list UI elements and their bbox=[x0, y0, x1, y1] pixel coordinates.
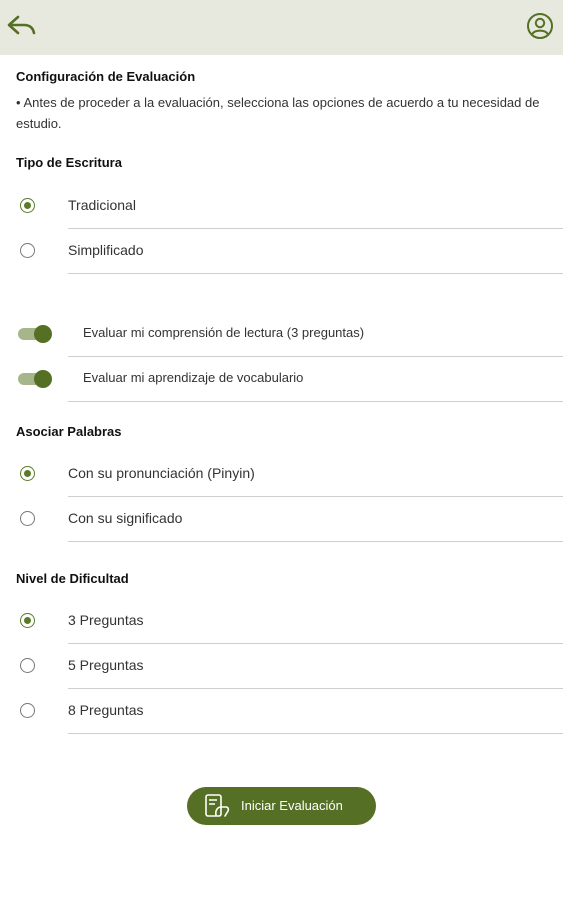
radio-unselected-icon[interactable] bbox=[20, 703, 35, 718]
divider bbox=[68, 495, 563, 497]
difficulty-option-5[interactable]: 5 Preguntas bbox=[0, 645, 563, 689]
option-label: 8 Preguntas bbox=[68, 702, 144, 718]
toggle-label: Evaluar mi comprensión de lectura (3 pre… bbox=[83, 325, 365, 340]
difficulty-option-3[interactable]: 3 Preguntas bbox=[0, 600, 563, 644]
option-label: Con su significado bbox=[68, 510, 183, 526]
divider bbox=[68, 272, 563, 274]
switch-on-icon[interactable] bbox=[18, 325, 52, 343]
start-evaluation-button[interactable]: Iniciar Evaluación bbox=[187, 787, 376, 825]
divider bbox=[68, 400, 563, 402]
option-label: 5 Preguntas bbox=[68, 657, 144, 673]
associate-section-title: Asociar Palabras bbox=[16, 424, 122, 439]
radio-selected-icon[interactable] bbox=[20, 466, 35, 481]
divider bbox=[68, 642, 563, 644]
writing-option-simplified[interactable]: Simplificado bbox=[0, 230, 563, 274]
user-circle-icon bbox=[527, 13, 553, 39]
difficulty-section-title: Nivel de Dificultad bbox=[16, 571, 129, 586]
toggle-vocabulary[interactable]: Evaluar mi aprendizaje de vocabulario bbox=[0, 357, 563, 402]
divider bbox=[68, 732, 563, 734]
app-header bbox=[0, 0, 563, 55]
radio-unselected-icon[interactable] bbox=[20, 511, 35, 526]
toggle-label: Evaluar mi aprendizaje de vocabulario bbox=[83, 370, 304, 385]
toggle-reading-comprehension[interactable]: Evaluar mi comprensión de lectura (3 pre… bbox=[0, 312, 563, 357]
reply-arrow-icon bbox=[7, 15, 36, 35]
difficulty-option-8[interactable]: 8 Preguntas bbox=[0, 690, 563, 734]
switch-on-icon[interactable] bbox=[18, 370, 52, 388]
writing-section-title: Tipo de Escritura bbox=[16, 155, 122, 170]
associate-option-meaning[interactable]: Con su significado bbox=[0, 498, 563, 542]
config-intro: • Antes de proceder a la evaluación, sel… bbox=[16, 95, 540, 131]
radio-selected-icon[interactable] bbox=[20, 613, 35, 628]
option-label: 3 Preguntas bbox=[68, 612, 144, 628]
option-label: Simplificado bbox=[68, 242, 144, 258]
start-button-label: Iniciar Evaluación bbox=[241, 798, 343, 813]
divider bbox=[68, 227, 563, 229]
associate-option-pinyin[interactable]: Con su pronunciación (Pinyin) bbox=[0, 453, 563, 497]
option-label: Con su pronunciación (Pinyin) bbox=[68, 465, 255, 481]
divider bbox=[68, 540, 563, 542]
writing-option-traditional[interactable]: Tradicional bbox=[0, 185, 563, 229]
option-label: Tradicional bbox=[68, 197, 136, 213]
document-hand-icon bbox=[203, 793, 231, 819]
radio-selected-icon[interactable] bbox=[20, 198, 35, 213]
back-button[interactable] bbox=[6, 12, 38, 40]
radio-unselected-icon[interactable] bbox=[20, 658, 35, 673]
config-title: Configuración de Evaluación bbox=[16, 69, 196, 84]
divider bbox=[68, 687, 563, 689]
profile-button[interactable] bbox=[526, 12, 554, 40]
radio-unselected-icon[interactable] bbox=[20, 243, 35, 258]
